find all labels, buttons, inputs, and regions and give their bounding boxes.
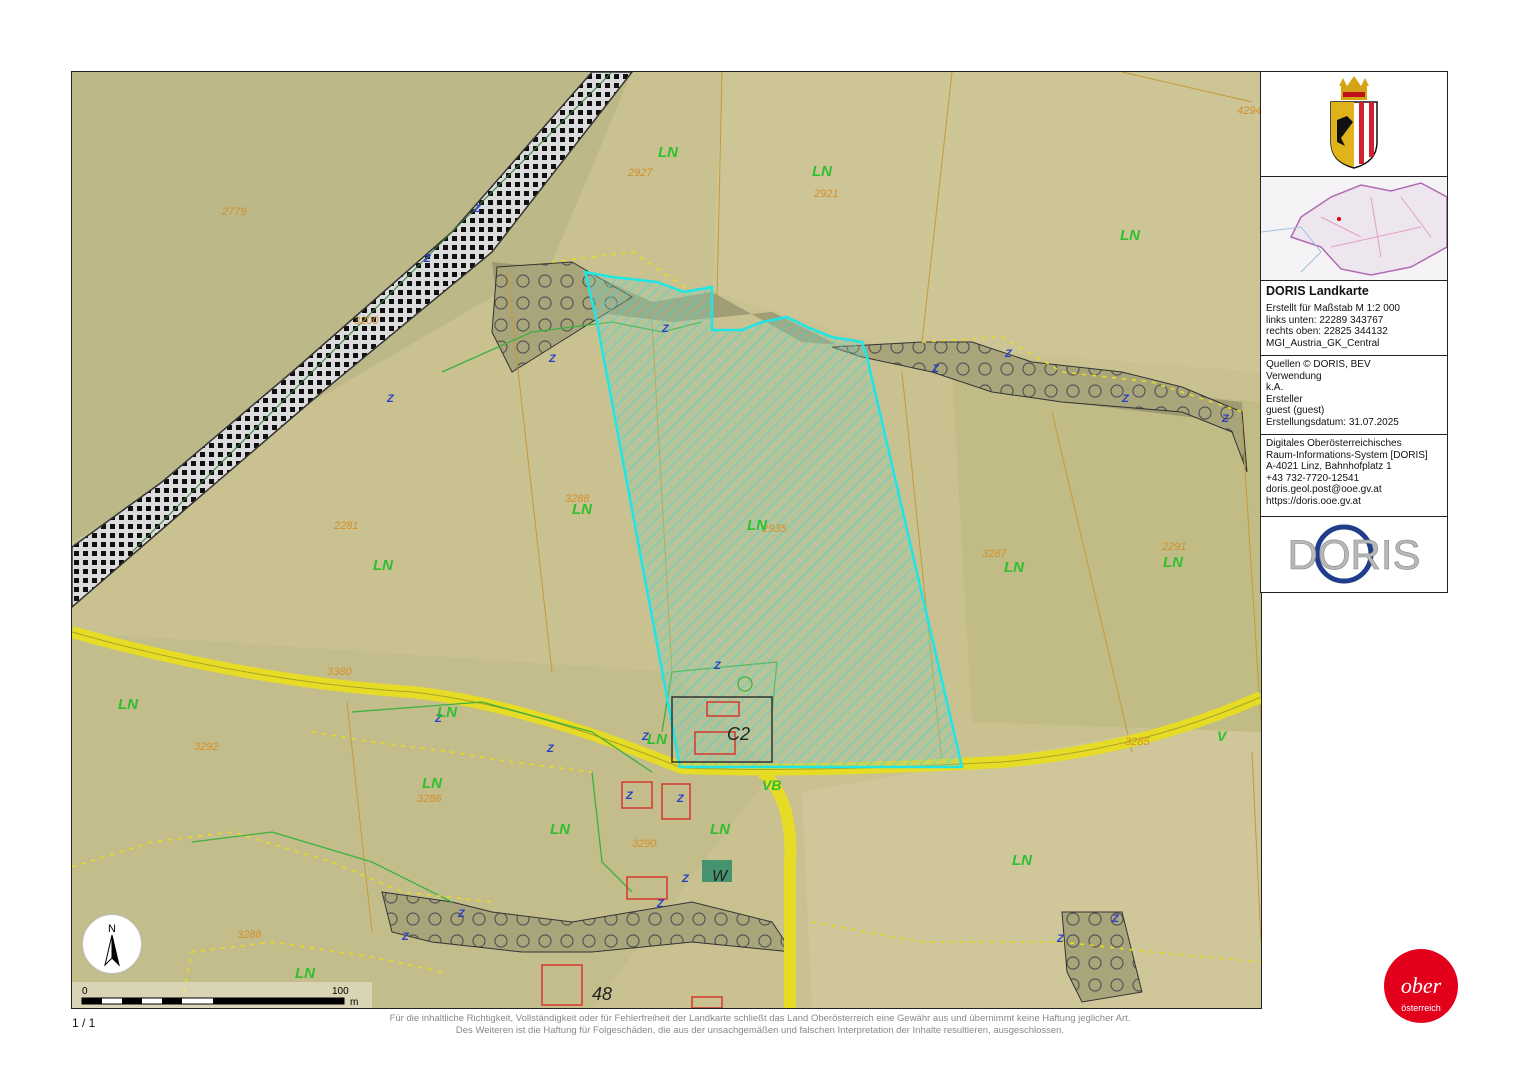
doris-logo-cell: DORIS — [1261, 517, 1447, 593]
contact-cell: Digitales Oberösterreichisches Raum-Info… — [1261, 435, 1447, 517]
svg-text:3286: 3286 — [417, 793, 442, 805]
svg-text:2291: 2291 — [1161, 541, 1186, 553]
svg-text:2281: 2281 — [333, 520, 358, 532]
creator-label: Ersteller — [1266, 393, 1303, 405]
map-canvas[interactable]: ZZZ ZZZ ZZZ ZZZ ZZ Z ZZZ ZZZ 2779 2927 29… — [72, 72, 1261, 1008]
doris-logo: DORIS — [1287, 524, 1421, 584]
email-link[interactable]: doris.geol.post@ooe.gv.at — [1261, 484, 1447, 496]
location-marker — [1337, 217, 1341, 221]
org-line2: Raum-Informations-System [DORIS] — [1266, 449, 1428, 461]
svg-text:3292: 3292 — [194, 741, 218, 753]
svg-text:Z: Z — [713, 660, 722, 672]
coat-of-arms-cell — [1261, 72, 1447, 177]
svg-text:LN: LN — [812, 163, 833, 180]
disclaimer-line1: Für die inhaltliche Richtigkeit, Vollstä… — [389, 1013, 1131, 1024]
svg-text:LN: LN — [747, 517, 768, 534]
svg-text:2927: 2927 — [627, 167, 653, 179]
upper-right-coords: rechts oben: 22825 344132 — [1266, 326, 1388, 338]
svg-text:Z: Z — [1221, 413, 1230, 425]
svg-text:LN: LN — [572, 501, 593, 518]
svg-text:4294: 4294 — [1237, 105, 1261, 117]
svg-text:Z: Z — [681, 873, 690, 885]
svg-text:Z: Z — [401, 931, 410, 943]
svg-text:2921: 2921 — [813, 188, 838, 200]
svg-text:Z: Z — [386, 393, 395, 405]
svg-text:DORIS: DORIS — [1287, 531, 1420, 578]
svg-text:LN: LN — [1163, 554, 1184, 571]
svg-text:LN: LN — [373, 557, 394, 574]
svg-text:LN: LN — [118, 696, 139, 713]
coat-of-arms-icon — [1330, 76, 1378, 169]
map-meta-cell: DORIS Landkarte Erstellt für Maßstab M 1… — [1261, 281, 1447, 356]
svg-text:Z: Z — [1111, 913, 1120, 925]
org-line1: Digitales Oberösterreichisches — [1266, 438, 1402, 449]
ober-oesterreich-icon: ober österreich — [1384, 949, 1458, 1023]
disclaimer-line2: Des Weiteren ist die Haftung für Folgesc… — [455, 1025, 1065, 1036]
svg-text:3200: 3200 — [354, 315, 379, 327]
svg-text:Z: Z — [473, 203, 482, 215]
svg-text:N: N — [108, 923, 116, 935]
crs-text: MGI_Austria_GK_Central — [1266, 337, 1380, 349]
svg-text:LN: LN — [295, 965, 316, 982]
website-link[interactable]: https://doris.ooe.gv.at — [1261, 496, 1447, 508]
created-date: Erstellungsdatum: 31.07.2025 — [1266, 416, 1399, 428]
sources-text: Quellen © DORIS, BEV — [1266, 359, 1371, 370]
svg-text:3380: 3380 — [327, 666, 352, 678]
panel-title: DORIS Landkarte — [1266, 284, 1369, 298]
svg-text:3290: 3290 — [632, 838, 657, 850]
svg-text:ober: ober — [1401, 973, 1442, 998]
svg-text:48: 48 — [592, 984, 612, 1004]
svg-text:Z: Z — [1056, 933, 1065, 945]
svg-text:LN: LN — [1012, 852, 1033, 869]
address: A-4021 Linz, Bahnhofplatz 1 — [1266, 461, 1392, 473]
svg-text:W: W — [712, 868, 729, 885]
scale-bar: 0 100 m — [72, 982, 372, 1008]
north-arrow-icon: N — [104, 923, 120, 967]
svg-text:3285: 3285 — [1125, 736, 1150, 748]
svg-text:LN: LN — [422, 775, 443, 792]
scale-unit-label: m — [350, 997, 358, 1008]
source-cell: Quellen © DORIS, BEV Verwendung k.A. Ers… — [1261, 356, 1447, 435]
svg-text:Z: Z — [1004, 348, 1013, 360]
north-arrow: N — [82, 914, 142, 974]
usage-value: k.A. — [1266, 382, 1284, 394]
svg-text:LN: LN — [550, 821, 571, 838]
svg-text:LN: LN — [647, 731, 668, 748]
info-panel: DORIS Landkarte Erstellt für Maßstab M 1… — [1260, 71, 1448, 593]
lower-left-coords: links unten: 22289 343767 — [1266, 314, 1384, 326]
creator-value: guest (guest) — [1266, 405, 1325, 417]
svg-text:Z: Z — [661, 323, 670, 335]
svg-text:Z: Z — [548, 353, 557, 365]
usage-label: Verwendung — [1266, 370, 1322, 382]
scale-text: Erstellt für Maßstab M 1:2 000 — [1266, 303, 1400, 314]
disclaimer: Für die inhaltliche Richtigkeit, Vollstä… — [300, 1013, 1220, 1037]
ober-oesterreich-logo: ober österreich — [1366, 931, 1476, 1041]
svg-text:VB: VB — [762, 777, 781, 793]
svg-text:LN: LN — [658, 144, 679, 161]
phone: +43 732-7720-12541 — [1266, 472, 1360, 484]
svg-text:Z: Z — [457, 908, 466, 920]
page-number: 1 / 1 — [72, 1016, 96, 1030]
svg-text:Z: Z — [676, 793, 685, 805]
overview-map-cell[interactable] — [1260, 177, 1448, 281]
svg-text:österreich: österreich — [1401, 1003, 1441, 1013]
svg-text:Z: Z — [1121, 393, 1130, 405]
svg-text:LN: LN — [1004, 559, 1025, 576]
svg-text:Z: Z — [656, 898, 665, 910]
svg-text:LN: LN — [1120, 227, 1141, 244]
svg-text:Z: Z — [931, 363, 940, 375]
svg-text:Z: Z — [423, 253, 432, 265]
svg-text:2779: 2779 — [221, 206, 246, 218]
map-view[interactable]: ZZZ ZZZ ZZZ ZZZ ZZZ ZZZ ZZZ 2779 2927 29… — [71, 71, 1262, 1009]
overview-map[interactable] — [1260, 177, 1448, 280]
svg-text:LN: LN — [710, 821, 731, 838]
svg-text:Z: Z — [625, 790, 634, 802]
svg-text:Z: Z — [546, 743, 555, 755]
svg-text:3288: 3288 — [237, 929, 262, 941]
scale-start-label: 0 — [82, 986, 88, 997]
scale-end-label: 100 — [332, 986, 349, 997]
svg-text:LN: LN — [437, 704, 458, 721]
svg-text:C2: C2 — [727, 724, 750, 744]
